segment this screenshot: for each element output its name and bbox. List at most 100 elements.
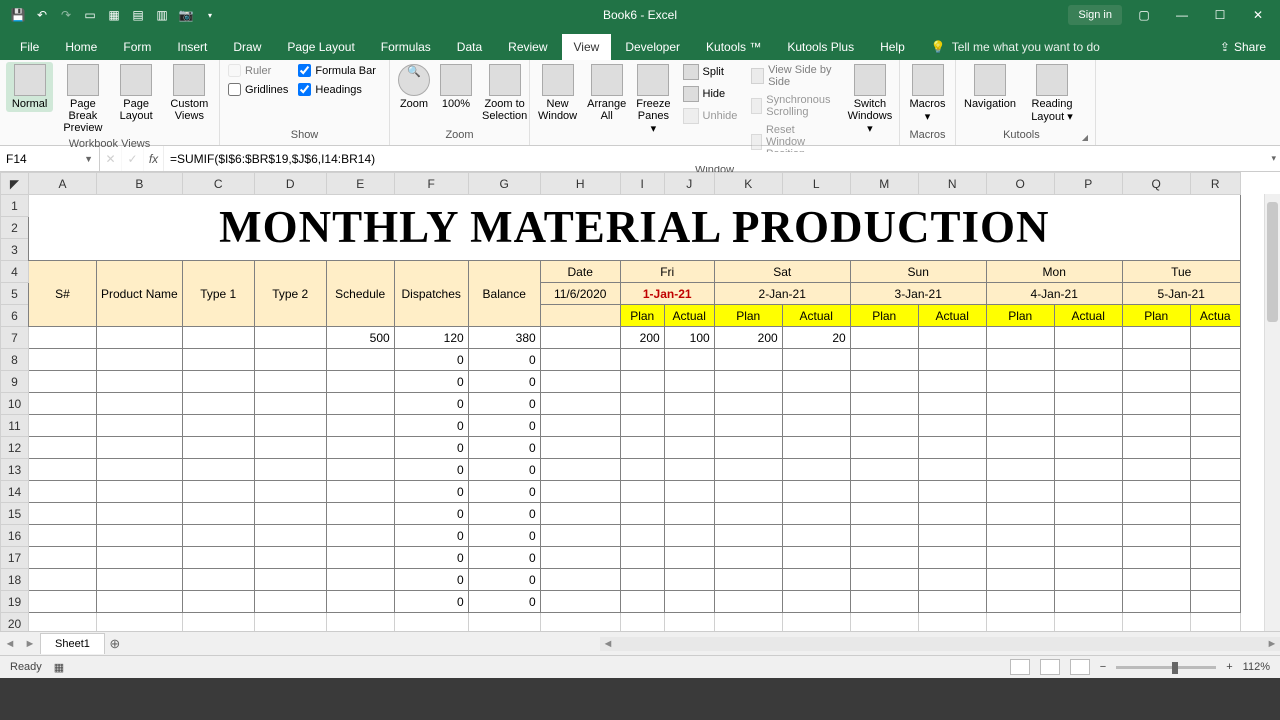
column-header[interactable]: O [986,173,1054,195]
scroll-left-icon[interactable]: ◄ [600,638,616,650]
cell[interactable] [97,349,183,371]
column-header[interactable]: H [540,173,620,195]
cell[interactable] [1122,459,1190,481]
cell[interactable] [254,349,326,371]
cell[interactable] [850,393,918,415]
cell[interactable] [986,547,1054,569]
qa-icon-6[interactable]: ▤ [128,5,148,25]
cell[interactable]: Sat [714,261,850,283]
cell[interactable] [29,525,97,547]
cell[interactable]: 20 [782,327,850,349]
cell[interactable] [620,547,664,569]
cell[interactable]: 0 [468,569,540,591]
cell[interactable]: 0 [468,547,540,569]
cell[interactable]: 0 [468,459,540,481]
cell[interactable] [29,613,97,633]
row-header[interactable]: 14 [1,481,29,503]
cell[interactable] [1054,613,1122,633]
column-header[interactable]: G [468,173,540,195]
cell[interactable] [986,415,1054,437]
cell[interactable]: 120 [394,327,468,349]
cell[interactable]: S# [29,261,97,327]
minimize-icon[interactable]: — [1166,0,1198,30]
cell[interactable]: 0 [468,525,540,547]
cell[interactable] [97,371,183,393]
macros-button[interactable]: Macros ▾ [906,62,949,125]
cell[interactable] [782,591,850,613]
cell[interactable] [29,393,97,415]
enter-formula-icon[interactable]: ✓ [122,146,144,171]
cell[interactable] [1054,503,1122,525]
cell[interactable]: 0 [468,503,540,525]
cell[interactable] [97,613,183,633]
cell[interactable] [620,437,664,459]
cell[interactable]: Actual [918,305,986,327]
cell[interactable]: 0 [394,393,468,415]
cell[interactable] [29,327,97,349]
cell[interactable] [182,393,254,415]
cell[interactable] [986,327,1054,349]
cell[interactable] [326,437,394,459]
cell[interactable] [850,591,918,613]
cell[interactable]: 3-Jan-21 [850,283,986,305]
cell[interactable] [918,349,986,371]
cell[interactable] [620,349,664,371]
name-box[interactable]: F14▼ [0,146,100,171]
zoom-in-icon[interactable]: + [1226,661,1232,673]
column-header[interactable]: E [326,173,394,195]
page-break-view-icon[interactable] [1070,659,1090,675]
cell[interactable] [97,503,183,525]
cell[interactable] [620,525,664,547]
cell[interactable] [97,459,183,481]
cell[interactable] [714,415,782,437]
cell[interactable] [986,481,1054,503]
cell[interactable] [1190,569,1240,591]
cell[interactable] [1122,503,1190,525]
cell[interactable]: 380 [468,327,540,349]
column-header[interactable]: Q [1122,173,1190,195]
cell[interactable]: 0 [394,349,468,371]
cell[interactable] [986,613,1054,633]
cell[interactable] [540,547,620,569]
cell[interactable] [714,591,782,613]
cell[interactable] [182,415,254,437]
cell[interactable] [254,569,326,591]
tab-kutools-plus[interactable]: Kutools Plus [775,34,866,60]
cell[interactable]: Actual [1054,305,1122,327]
row-header[interactable]: 20 [1,613,29,633]
cell[interactable] [1122,393,1190,415]
cell[interactable]: Plan [714,305,782,327]
cell[interactable] [714,371,782,393]
cell[interactable]: 0 [394,525,468,547]
page-break-preview-button[interactable]: Page Break Preview [59,62,106,136]
macro-record-icon[interactable]: ▦ [54,661,64,674]
cell[interactable]: 0 [468,349,540,371]
cell[interactable] [97,327,183,349]
cell[interactable] [986,437,1054,459]
cell[interactable]: Balance [468,261,540,327]
cell[interactable] [29,437,97,459]
cell[interactable] [782,415,850,437]
cell[interactable] [1054,481,1122,503]
horizontal-scrollbar[interactable]: ◄ ► [600,637,1280,651]
tab-kutools[interactable]: Kutools ™ [694,34,773,60]
cell[interactable]: Dispatches [394,261,468,327]
column-header[interactable]: D [254,173,326,195]
cell[interactable] [664,547,714,569]
cell[interactable]: Fri [620,261,714,283]
chevron-down-icon[interactable]: ▼ [84,154,93,164]
cell[interactable] [540,525,620,547]
cell[interactable] [29,459,97,481]
cell[interactable]: 0 [394,481,468,503]
cell[interactable]: Actual [782,305,850,327]
cell[interactable]: 0 [394,547,468,569]
cell[interactable] [1054,525,1122,547]
cell[interactable] [986,349,1054,371]
cell[interactable] [1122,371,1190,393]
cell[interactable] [29,503,97,525]
cell[interactable]: 0 [394,415,468,437]
column-header[interactable]: I [620,173,664,195]
cell[interactable] [326,591,394,613]
cell[interactable] [620,481,664,503]
row-header[interactable]: 11 [1,415,29,437]
